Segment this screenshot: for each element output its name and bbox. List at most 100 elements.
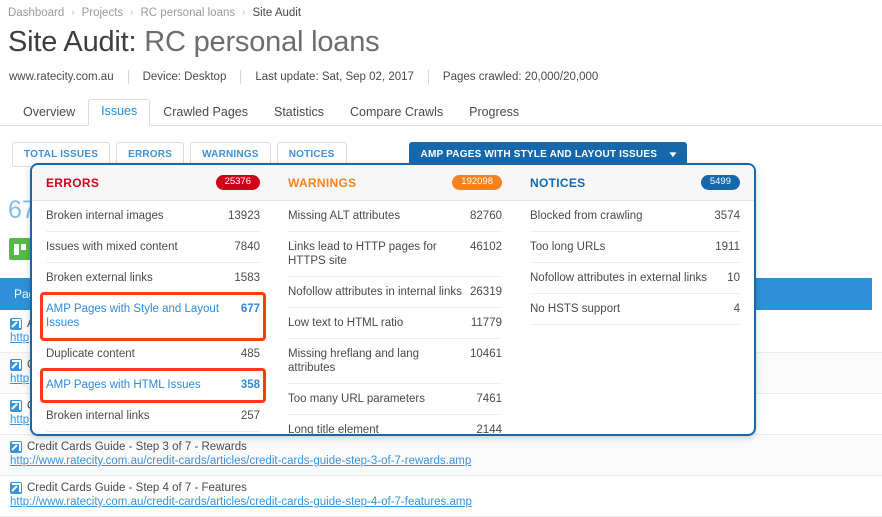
issue-column-warnings: Missing ALT attributes 82760 Links lead to…: [274, 201, 516, 436]
external-link-icon: [10, 400, 22, 412]
issue-item-count: 26319: [470, 286, 502, 298]
issue-item[interactable]: Broken internal links 257: [46, 401, 260, 432]
filter-button-label: TOTAL ISSUES: [24, 149, 99, 160]
meta-device: Device: Desktop: [142, 71, 227, 83]
tab-issues[interactable]: Issues: [88, 99, 151, 126]
breadcrumb-item-current: Site Audit: [252, 6, 302, 19]
issue-item-count: 485: [240, 348, 260, 360]
issue-type-select-label: AMP PAGES WITH STYLE AND LAYOUT ISSUES: [420, 149, 658, 160]
issue-item[interactable]: Long title element 2144: [288, 415, 502, 436]
breadcrumb-separator-icon: ›: [242, 7, 246, 18]
page-title-prefix: Site Audit:: [8, 26, 137, 58]
column-header-notices: NOTICES 5499: [516, 165, 754, 200]
issue-item-count: 1583: [234, 272, 260, 284]
issue-item-label: Broken external links: [46, 272, 153, 284]
row-url-link[interactable]: http://www.ratecity.com.au/credit-cards/…: [10, 455, 882, 467]
external-link-icon: [10, 482, 22, 494]
issue-item-label: AMP Pages with HTML Issues: [46, 379, 201, 391]
tab-label: Progress: [469, 105, 520, 119]
count-badge-notices: 5499: [700, 175, 740, 190]
meta-divider: [240, 70, 242, 84]
issue-item-label: Duplicate content: [46, 348, 135, 360]
amp-badge-icon: [9, 238, 31, 260]
issue-item-count: 82760: [470, 210, 502, 222]
meta-last-update: Last update: Sat, Sep 02, 2017: [255, 71, 414, 83]
row-url-link[interactable]: http://www.ratecity.com.au/credit-cards/…: [10, 496, 882, 508]
issue-item-label: Missing ALT attributes: [288, 210, 401, 222]
page-title: Site Audit: RC personal loans: [0, 24, 882, 60]
row-title-text: Credit Cards Guide - Step 3 of 7 - Rewar…: [27, 441, 247, 453]
issue-item[interactable]: Broken internal images 13923: [46, 201, 260, 232]
filter-button-label: WARNINGS: [202, 149, 259, 160]
issue-item[interactable]: Duplicate content 485: [46, 339, 260, 370]
issue-item-count: 2144: [476, 424, 502, 436]
column-title-errors: ERRORS: [46, 175, 100, 190]
issue-item[interactable]: No HSTS support 4: [530, 294, 740, 325]
issue-item[interactable]: Too many URL parameters 7461: [288, 384, 502, 415]
tab-overview[interactable]: Overview: [10, 100, 88, 126]
issue-item-count: 13923: [228, 210, 260, 222]
tab-label: Issues: [101, 104, 138, 118]
issue-item-count: 7461: [476, 393, 502, 405]
issue-item[interactable]: Too long URLs 1911: [530, 232, 740, 263]
issue-item-count: 7840: [234, 241, 260, 253]
tab-label: Crawled Pages: [163, 105, 248, 119]
row-title: Credit Cards Guide - Step 3 of 7 - Rewar…: [10, 441, 882, 453]
issue-item-label: Long title element: [288, 424, 379, 436]
issues-dropdown-panel[interactable]: ERRORS 25376 WARNINGS 192098 NOTICES 5499 Bro…: [30, 163, 756, 436]
issue-item-count: 11779: [470, 317, 502, 329]
filter-button-label: ERRORS: [128, 149, 173, 160]
main-tab-nav: Overview Issues Crawled Pages Statistics Com…: [0, 97, 882, 126]
issue-item-count: 257: [240, 410, 260, 422]
issue-item[interactable]: Missing ALT attributes 82760: [288, 201, 502, 232]
page-title-project: RC personal loans: [144, 26, 380, 58]
issue-item[interactable]: Nofollow attributes in external links 10: [530, 263, 740, 294]
table-row[interactable]: Credit Cards Guide - Step 4 of 7 - Featu…: [0, 476, 882, 517]
issue-item-count: 3574: [714, 210, 740, 222]
breadcrumb-item-dashboard[interactable]: Dashboard: [8, 7, 64, 19]
tab-statistics[interactable]: Statistics: [261, 100, 337, 126]
issues-dropdown-header: ERRORS 25376 WARNINGS 192098 NOTICES 5499: [32, 165, 754, 201]
issue-item-label: Issues with mixed content: [46, 241, 178, 253]
issue-item[interactable]: AMP Pages with Style and Layout Issues 67…: [40, 292, 266, 341]
tab-compare-crawls[interactable]: Compare Crawls: [337, 100, 456, 126]
issues-dropdown-body: Broken internal images 13923 Issues with m…: [32, 201, 754, 436]
filter-button-label: NOTICES: [288, 149, 335, 160]
issue-item-label: Blocked from crawling: [530, 210, 643, 222]
issue-item[interactable]: Links lead to HTTP pages for HTTPS site 4…: [288, 232, 502, 277]
chevron-down-icon: ▼: [667, 149, 680, 159]
issue-item-count: 358: [240, 379, 260, 391]
meta-domain: www.ratecity.com.au: [9, 71, 114, 83]
issue-item-label: Nofollow attributes in internal links: [288, 286, 462, 298]
issue-item-label: No HSTS support: [530, 303, 621, 315]
column-header-errors: ERRORS 25376: [32, 165, 274, 200]
breadcrumb-item-projects[interactable]: Projects: [82, 7, 124, 19]
tab-label: Compare Crawls: [350, 105, 444, 119]
issue-column-errors: Broken internal images 13923 Issues with m…: [32, 201, 274, 434]
column-title-warnings: WARNINGS: [288, 175, 357, 190]
issue-item-label: Broken internal images: [46, 210, 164, 222]
issue-item-label: Too many URL parameters: [288, 393, 425, 405]
issue-item[interactable]: Missing hreflang and lang attributes 1046…: [288, 339, 502, 384]
issue-item[interactable]: AMP Pages with HTML Issues 358: [40, 368, 266, 403]
issue-item[interactable]: Broken external links 1583: [46, 263, 260, 294]
breadcrumb-separator-icon: ›: [130, 7, 134, 18]
tab-progress[interactable]: Progress: [456, 100, 532, 126]
count-badge-warnings: 192098: [452, 175, 502, 190]
issue-item-count: 10: [727, 272, 740, 284]
issue-item[interactable]: Blocked from crawling 3574: [530, 201, 740, 232]
issue-item-label: AMP Pages with Style and Layout Issues: [46, 303, 220, 329]
breadcrumb-item-project[interactable]: RC personal loans: [141, 7, 236, 19]
tab-crawled-pages[interactable]: Crawled Pages: [150, 100, 261, 126]
issue-column-notices: Blocked from crawling 3574 Too long URLs 19…: [516, 201, 754, 434]
column-title-notices: NOTICES: [530, 175, 586, 190]
issue-item[interactable]: Issues with mixed content 7840: [46, 232, 260, 263]
issue-item-label: Too long URLs: [530, 241, 606, 253]
row-title: Credit Cards Guide - Step 4 of 7 - Featu…: [10, 482, 882, 494]
issue-item[interactable]: Low text to HTML ratio 11779: [288, 308, 502, 339]
issue-item-count: 10461: [470, 348, 502, 360]
meta-divider: [427, 70, 429, 84]
table-row[interactable]: Credit Cards Guide - Step 3 of 7 - Rewar…: [0, 435, 882, 476]
issue-item[interactable]: Nofollow attributes in internal links 263…: [288, 277, 502, 308]
external-link-icon: [10, 359, 22, 371]
